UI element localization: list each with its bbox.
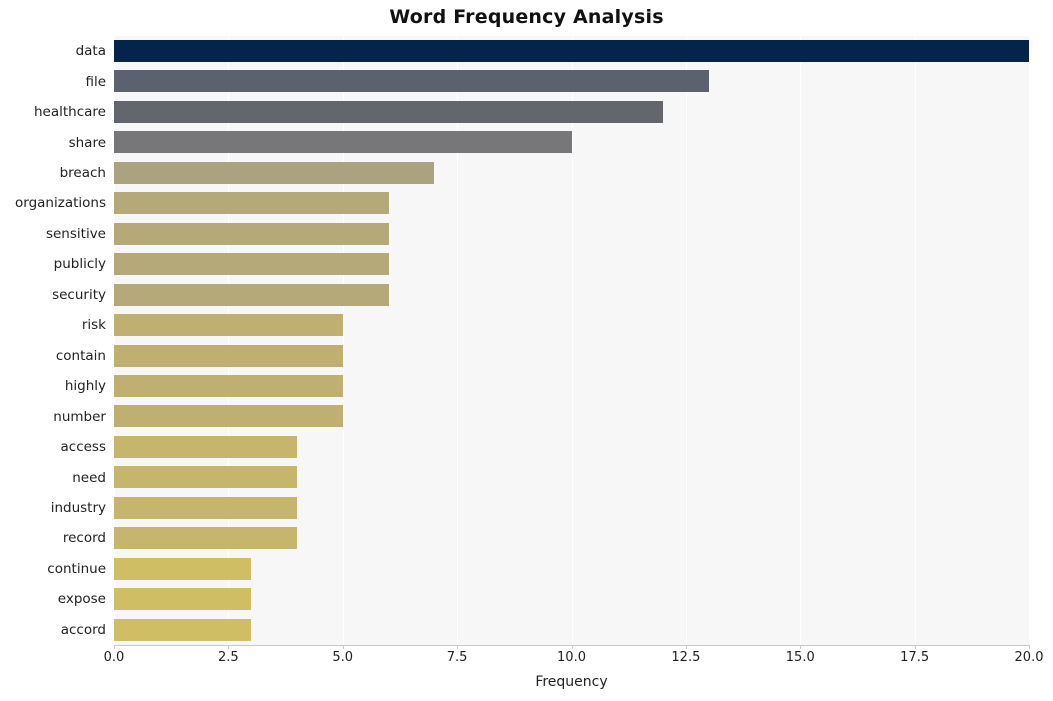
bar-row bbox=[114, 432, 1029, 462]
y-axis-tick-label: publicly bbox=[53, 256, 106, 273]
y-axis-tick-label: highly bbox=[64, 378, 106, 395]
x-axis-tick-mark bbox=[457, 645, 459, 649]
bar bbox=[114, 131, 572, 154]
x-axis-tick-label: 2.5 bbox=[218, 650, 239, 665]
bar-row bbox=[114, 127, 1029, 157]
bar-row bbox=[114, 66, 1029, 96]
x-axis-tick-label: 17.5 bbox=[900, 650, 930, 665]
bar bbox=[114, 618, 252, 641]
bar bbox=[114, 557, 252, 580]
bar-row bbox=[114, 523, 1029, 553]
x-axis-tick-mark bbox=[1029, 645, 1030, 649]
bar bbox=[114, 192, 389, 215]
y-axis-tick-label: number bbox=[53, 408, 106, 425]
y-axis-tick-label: access bbox=[60, 439, 107, 456]
x-axis-tick-mark bbox=[228, 645, 230, 649]
bar-row bbox=[114, 554, 1029, 584]
y-axis-tick-label: record bbox=[62, 530, 106, 547]
y-axis-tick-label: organizations bbox=[15, 195, 106, 212]
bar-row bbox=[114, 280, 1029, 310]
bar-row bbox=[114, 188, 1029, 218]
y-axis-tick-label: sensitive bbox=[45, 225, 106, 242]
x-axis-tick-mark bbox=[685, 645, 687, 649]
bar bbox=[114, 161, 435, 184]
bar-row bbox=[114, 493, 1029, 523]
bar-row bbox=[114, 310, 1029, 340]
bar-row bbox=[114, 462, 1029, 492]
y-axis-tick-label: accord bbox=[60, 621, 106, 638]
bar bbox=[114, 405, 343, 428]
bar bbox=[114, 40, 1029, 62]
x-axis-tick-label: 5.0 bbox=[332, 650, 354, 665]
bar-row bbox=[114, 371, 1029, 401]
bar-row bbox=[114, 584, 1029, 614]
bar bbox=[114, 253, 389, 276]
y-axis-tick-label: breach bbox=[59, 165, 106, 182]
y-axis-tick-label: file bbox=[85, 73, 106, 90]
bar-row bbox=[114, 615, 1029, 645]
bar bbox=[114, 100, 663, 123]
x-axis-tick-mark bbox=[571, 645, 573, 649]
bar bbox=[114, 222, 389, 245]
y-axis-tick-label: healthcare bbox=[34, 104, 106, 121]
bar bbox=[114, 283, 389, 306]
bar-row bbox=[114, 219, 1029, 249]
y-axis-tick-label: contain bbox=[55, 347, 106, 364]
bar-row bbox=[114, 341, 1029, 371]
bar bbox=[114, 588, 252, 611]
bar bbox=[114, 374, 343, 397]
y-axis-tick-label: expose bbox=[57, 591, 106, 608]
bar-row bbox=[114, 97, 1029, 127]
bar bbox=[114, 70, 709, 93]
x-axis-tick-label: 7.5 bbox=[446, 650, 468, 665]
x-axis-tick-label: 20.0 bbox=[1014, 650, 1044, 665]
bar-row bbox=[114, 401, 1029, 431]
bar-row bbox=[114, 158, 1029, 188]
x-axis-tick-mark bbox=[914, 645, 916, 649]
y-axis-tick-label: share bbox=[68, 134, 106, 151]
x-axis-tick-label: 0.0 bbox=[103, 650, 125, 665]
bar bbox=[114, 344, 343, 367]
bar bbox=[114, 466, 297, 489]
bar bbox=[114, 496, 297, 519]
gridline bbox=[1029, 36, 1030, 645]
bar bbox=[114, 527, 297, 550]
y-axis-tick-label: continue bbox=[47, 560, 106, 577]
y-axis-tick-label: risk bbox=[81, 317, 106, 334]
page-title: Word Frequency Analysis bbox=[389, 6, 664, 28]
x-axis-tick-mark bbox=[800, 645, 802, 649]
x-axis-tick-label: 10.0 bbox=[557, 650, 586, 665]
x-axis-tick-label: 15.0 bbox=[785, 650, 815, 665]
y-axis-labels: data file healthcare share breach organizatio… bbox=[0, 36, 106, 645]
bar bbox=[114, 435, 297, 458]
bar-row bbox=[114, 249, 1029, 279]
bar-row bbox=[114, 36, 1029, 66]
x-axis-title: Frequency bbox=[535, 674, 608, 690]
x-axis-tick-mark bbox=[114, 645, 115, 649]
x-axis-tick-label: 12.5 bbox=[671, 650, 701, 665]
bar bbox=[114, 314, 343, 337]
y-axis-tick-label: industry bbox=[50, 499, 106, 516]
y-axis-tick-label: need bbox=[72, 469, 106, 486]
y-axis-tick-label: security bbox=[52, 286, 106, 303]
word-frequency-chart: Word Frequency Analysis data file healthca… bbox=[0, 0, 1053, 701]
x-axis-tick-mark bbox=[342, 645, 344, 649]
y-axis-tick-label: data bbox=[75, 43, 106, 60]
bars-layer bbox=[114, 36, 1029, 645]
